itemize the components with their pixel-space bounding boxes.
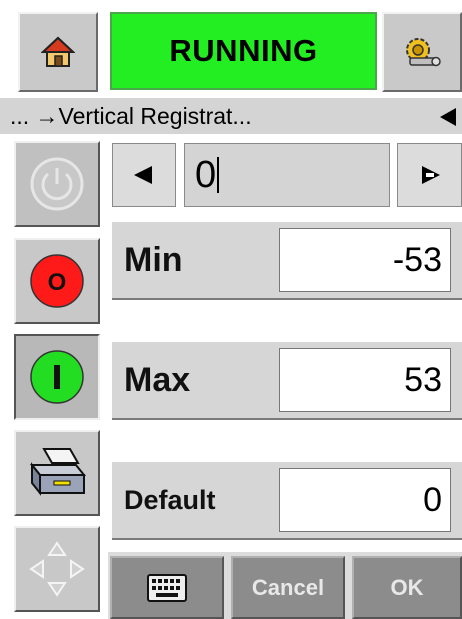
value-input[interactable]: 0 (184, 143, 390, 207)
min-value-field[interactable]: -53 (279, 228, 451, 292)
decrement-button[interactable] (112, 143, 176, 207)
max-label: Max (124, 360, 191, 399)
breadcrumb: ... →Vertical Registrat... (0, 98, 462, 134)
navigation-arrows-icon (29, 541, 85, 597)
default-row-divider (112, 538, 462, 540)
min-value: -53 (392, 240, 442, 279)
left-triangle-icon (440, 108, 456, 126)
max-value: 53 (404, 360, 442, 399)
power-button[interactable] (14, 141, 100, 227)
gear-wrench-icon (406, 38, 441, 67)
status-text: RUNNING (169, 33, 318, 68)
settings-button[interactable] (382, 12, 462, 92)
breadcrumb-text: ... →Vertical Registrat... (10, 102, 252, 129)
svg-text:O: O (48, 269, 67, 296)
keyboard-icon (147, 573, 187, 602)
max-value-field[interactable]: 53 (279, 348, 451, 412)
keyboard-button[interactable] (110, 556, 224, 619)
left-arrow-icon (134, 166, 152, 184)
default-value: 0 (423, 480, 442, 519)
increment-button[interactable] (397, 143, 462, 207)
stop-icon: O (30, 254, 84, 308)
right-arrow-icon (421, 166, 440, 184)
text-cursor (217, 157, 220, 193)
default-value-field[interactable]: 0 (279, 468, 451, 532)
house-icon (41, 36, 75, 67)
ok-label: OK (390, 574, 424, 600)
cancel-button[interactable]: Cancel (231, 556, 345, 619)
start-icon (30, 350, 84, 404)
min-label: Min (124, 240, 183, 279)
ok-button[interactable]: OK (352, 556, 462, 619)
default-label: Default (124, 484, 216, 515)
home-button[interactable] (18, 12, 98, 92)
printer-icon (29, 448, 87, 496)
cancel-label: Cancel (251, 574, 325, 600)
start-button[interactable] (14, 334, 100, 420)
max-row-divider (112, 418, 462, 420)
breadcrumb-back-button[interactable] (432, 102, 462, 132)
navigate-button[interactable] (14, 526, 100, 612)
value-text: 0 (195, 153, 217, 196)
status-indicator: RUNNING (110, 12, 377, 90)
print-button[interactable] (14, 430, 100, 516)
stop-button[interactable]: O (14, 238, 100, 324)
power-icon (30, 157, 84, 211)
min-row-divider (112, 298, 462, 300)
